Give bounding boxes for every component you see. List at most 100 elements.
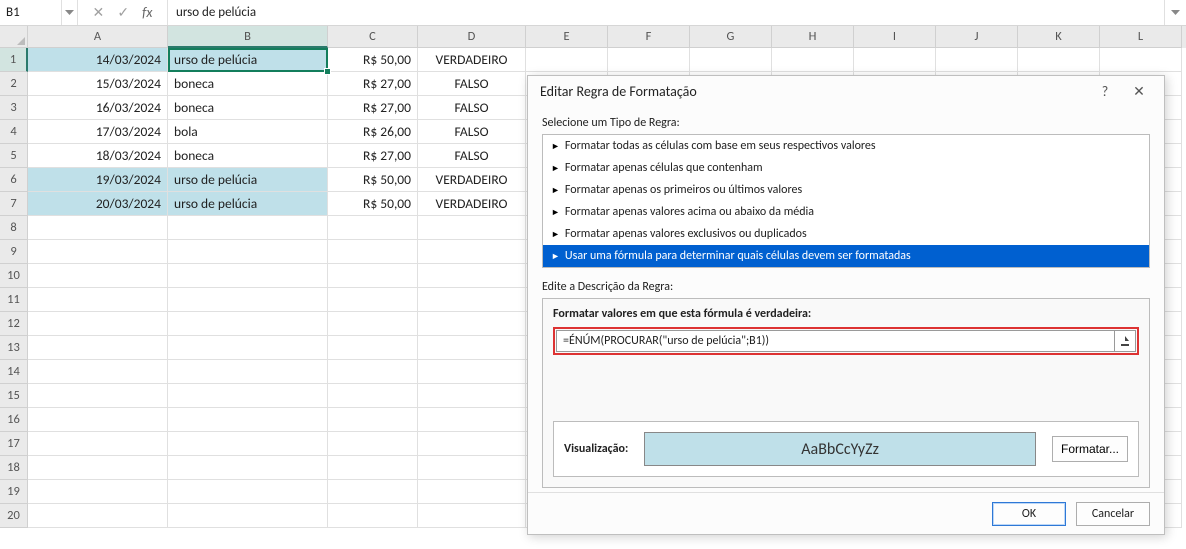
name-box[interactable]: B1 [0, 0, 62, 25]
row-header[interactable]: 20 [0, 504, 28, 528]
cell[interactable] [328, 264, 418, 288]
cell[interactable]: FALSO [418, 72, 526, 96]
rule-type-item[interactable]: ►Formatar apenas valores exclusivos ou d… [543, 223, 1149, 245]
col-header-K[interactable]: K [1018, 26, 1100, 48]
row-header[interactable]: 3 [0, 96, 28, 120]
cell[interactable] [28, 480, 168, 504]
cell[interactable] [328, 240, 418, 264]
cell[interactable] [418, 288, 526, 312]
cell[interactable] [168, 288, 328, 312]
cell[interactable] [418, 456, 526, 480]
cell[interactable]: 15/03/2024 [28, 72, 168, 96]
cell[interactable] [168, 360, 328, 384]
cell[interactable] [168, 504, 328, 528]
row-header[interactable]: 16 [0, 408, 28, 432]
cell[interactable] [28, 432, 168, 456]
row-header[interactable]: 13 [0, 336, 28, 360]
row-header[interactable]: 5 [0, 144, 28, 168]
cell[interactable] [28, 360, 168, 384]
cell[interactable] [608, 48, 690, 72]
rule-type-item[interactable]: ►Formatar todas as células com base em s… [543, 135, 1149, 157]
cell[interactable] [28, 384, 168, 408]
cell[interactable]: 19/03/2024 [28, 168, 168, 192]
help-button[interactable]: ? [1088, 76, 1122, 106]
cell[interactable] [28, 312, 168, 336]
cell[interactable]: R$ 27,00 [328, 144, 418, 168]
cell[interactable]: FALSO [418, 96, 526, 120]
row-header[interactable]: 7 [0, 192, 28, 216]
cell[interactable] [28, 288, 168, 312]
cell[interactable] [328, 384, 418, 408]
cell[interactable]: R$ 50,00 [328, 168, 418, 192]
fx-icon[interactable]: fx [142, 4, 152, 21]
confirm-icon[interactable]: ✓ [117, 4, 129, 21]
cell[interactable] [168, 264, 328, 288]
cell[interactable] [168, 336, 328, 360]
cell[interactable] [28, 504, 168, 528]
row-header[interactable]: 14 [0, 360, 28, 384]
cell[interactable] [526, 48, 608, 72]
cell[interactable] [418, 312, 526, 336]
cell[interactable] [418, 216, 526, 240]
rule-type-item[interactable]: ►Formatar apenas células que contenham [543, 157, 1149, 179]
cell[interactable] [418, 360, 526, 384]
rule-type-item[interactable]: ►Formatar apenas valores acima ou abaixo… [543, 201, 1149, 223]
format-button[interactable]: Formatar... [1052, 436, 1128, 462]
cell[interactable]: VERDADEIRO [418, 48, 526, 72]
row-header[interactable]: 2 [0, 72, 28, 96]
expand-formula-bar-icon[interactable] [1164, 0, 1186, 25]
formula-input[interactable]: urso de pelúcia [168, 0, 1164, 25]
cell[interactable] [418, 480, 526, 504]
rule-type-item[interactable]: ►Formatar apenas os primeiros ou últimos… [543, 179, 1149, 201]
row-header[interactable]: 4 [0, 120, 28, 144]
col-header-C[interactable]: C [328, 26, 418, 48]
range-selector-icon[interactable] [1114, 330, 1136, 352]
cell[interactable] [168, 480, 328, 504]
cell[interactable] [168, 312, 328, 336]
row-header[interactable]: 19 [0, 480, 28, 504]
cell[interactable] [418, 504, 526, 528]
rule-formula-input[interactable]: =ÉNÚM(PROCURAR("urso de pelúcia";B1)) [556, 330, 1115, 352]
cell[interactable]: boneca [168, 72, 328, 96]
cell[interactable]: VERDADEIRO [418, 168, 526, 192]
cell[interactable] [1018, 48, 1100, 72]
cell[interactable] [328, 432, 418, 456]
cell[interactable] [28, 216, 168, 240]
cell[interactable] [328, 360, 418, 384]
cell[interactable] [1100, 48, 1182, 72]
cancel-icon[interactable]: ✕ [93, 4, 105, 21]
cell[interactable] [168, 240, 328, 264]
cell[interactable] [690, 48, 772, 72]
cell[interactable] [936, 48, 1018, 72]
close-icon[interactable]: ✕ [1122, 76, 1156, 106]
cell[interactable]: urso de pelúcia [168, 48, 328, 72]
cell[interactable] [28, 408, 168, 432]
cell[interactable]: bola [168, 120, 328, 144]
col-header-L[interactable]: L [1100, 26, 1182, 48]
row-header[interactable]: 9 [0, 240, 28, 264]
cell[interactable] [168, 216, 328, 240]
col-header-F[interactable]: F [608, 26, 690, 48]
rule-type-list[interactable]: ►Formatar todas as células com base em s… [542, 134, 1150, 268]
row-header[interactable]: 12 [0, 312, 28, 336]
ok-button[interactable]: OK [992, 502, 1066, 526]
row-header[interactable]: 6 [0, 168, 28, 192]
cell[interactable] [328, 408, 418, 432]
select-all-corner[interactable] [0, 26, 28, 48]
cell[interactable] [328, 504, 418, 528]
cell[interactable]: FALSO [418, 120, 526, 144]
col-header-G[interactable]: G [690, 26, 772, 48]
cell[interactable] [854, 48, 936, 72]
dialog-titlebar[interactable]: Editar Regra de Formatação ? ✕ [528, 76, 1164, 106]
cell[interactable] [328, 288, 418, 312]
row-header[interactable]: 17 [0, 432, 28, 456]
cell[interactable]: boneca [168, 144, 328, 168]
cell[interactable] [328, 456, 418, 480]
cell[interactable]: R$ 27,00 [328, 96, 418, 120]
cell[interactable]: R$ 26,00 [328, 120, 418, 144]
cell[interactable] [418, 384, 526, 408]
cell[interactable] [168, 408, 328, 432]
cell[interactable]: 20/03/2024 [28, 192, 168, 216]
row-header[interactable]: 1 [0, 48, 28, 72]
cell[interactable] [418, 336, 526, 360]
